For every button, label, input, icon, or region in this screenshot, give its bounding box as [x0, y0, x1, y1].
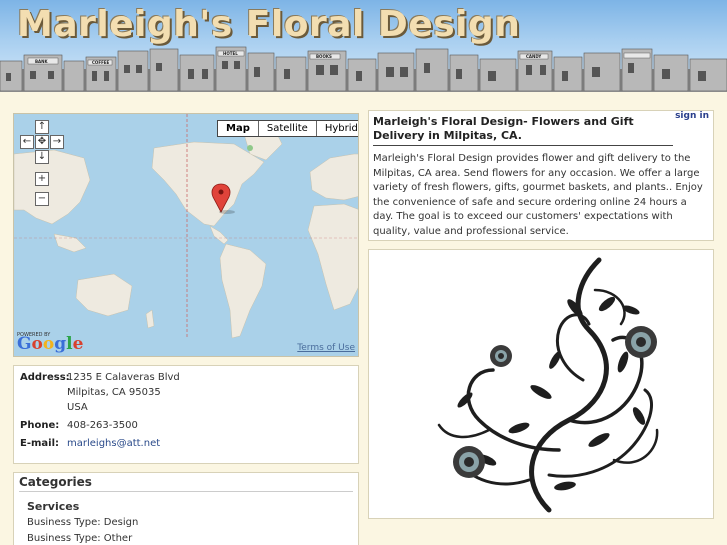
category-item: Business Type: Design	[27, 517, 139, 528]
address-line-2: Milpitas, CA 95035	[67, 387, 161, 398]
map-type-hybrid-button[interactable]: Hybrid	[317, 121, 358, 136]
sign-candy: CANDY	[526, 54, 541, 59]
services-heading: Services	[27, 500, 80, 513]
pan-left-button[interactable]: ←	[20, 135, 34, 149]
site-header: BANK COFFEE HOTEL BOOKS CANDY Marleigh's…	[0, 0, 727, 92]
email-link[interactable]: marleighs@att.net	[67, 438, 160, 449]
floral-ornament-image	[368, 249, 714, 519]
pan-right-button[interactable]: →	[50, 135, 64, 149]
address-line-3: USA	[67, 402, 88, 413]
zoom-out-button[interactable]: −	[35, 192, 49, 206]
categories-title: Categories	[19, 475, 353, 492]
sign-books: BOOKS	[316, 54, 332, 59]
map-type-switcher: Map Satellite Hybrid	[217, 120, 358, 137]
sign-hotel: HOTEL	[223, 51, 238, 56]
rose-icon	[453, 446, 485, 478]
pan-up-button[interactable]: ↑	[35, 120, 49, 134]
business-description: sign in Marleigh's Floral Design- Flower…	[368, 110, 714, 241]
zoom-in-button[interactable]: +	[35, 172, 49, 186]
rose-icon	[490, 345, 512, 367]
address-value: 1235 E Calaveras Blvd Milpitas, CA 95035…	[67, 370, 180, 415]
address-line-1: 1235 E Calaveras Blvd	[67, 372, 180, 383]
sign-in-link[interactable]: sign in	[675, 111, 709, 121]
phone-label: Phone:	[20, 420, 60, 431]
phone-value: 408-263-3500	[67, 420, 138, 431]
rose-icon	[625, 326, 657, 358]
sign-bank: BANK	[35, 59, 48, 64]
google-logo[interactable]: Google	[17, 334, 83, 354]
map-type-map-button[interactable]: Map	[218, 121, 259, 136]
categories-panel: Categories Services Business Type: Desig…	[13, 472, 359, 545]
email-label: E-mail:	[20, 438, 60, 449]
description-text: Marleigh's Floral Design provides flower…	[373, 153, 703, 237]
world-map-image[interactable]	[14, 114, 359, 357]
floral-swirl-graphic	[437, 257, 659, 513]
google-map[interactable]: ↑ ← ✥ → ↓ + − Map Satellite Hybrid POWER…	[13, 113, 359, 357]
contact-info: Address: 1235 E Calaveras Blvd Milpitas,…	[13, 365, 359, 464]
address-label: Address:	[20, 372, 70, 383]
site-title: Marleigh's Floral Design	[17, 4, 521, 45]
town-skyline-image: BANK COFFEE HOTEL BOOKS CANDY	[0, 46, 727, 91]
category-item: Business Type: Other	[27, 533, 133, 544]
terms-of-use-link[interactable]: Terms of Use	[297, 343, 355, 353]
map-type-satellite-button[interactable]: Satellite	[259, 121, 317, 136]
sign-coffee: COFFEE	[92, 60, 110, 65]
description-title: Marleigh's Floral Design- Flowers and Gi…	[373, 115, 673, 146]
pan-center-button[interactable]: ✥	[35, 135, 49, 149]
pan-down-button[interactable]: ↓	[35, 150, 49, 164]
